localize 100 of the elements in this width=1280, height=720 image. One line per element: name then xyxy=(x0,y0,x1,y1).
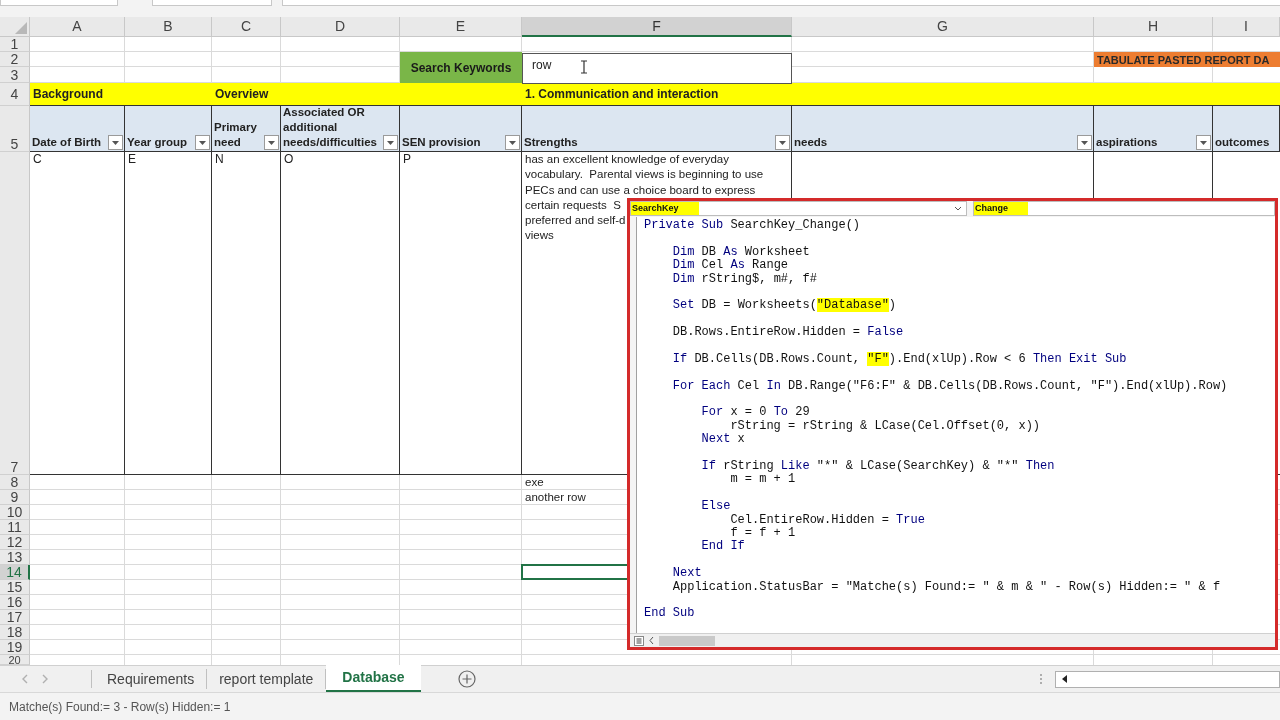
row-header[interactable]: 14 xyxy=(0,565,30,580)
caret-icon xyxy=(387,140,394,145)
row-header[interactable]: 9 xyxy=(0,490,30,505)
column-header[interactable]: I xyxy=(1213,17,1280,37)
row-header[interactable]: 13 xyxy=(0,550,30,565)
code-line: Next xyxy=(671,567,703,581)
code-line: Set DB = Worksheets("Database") xyxy=(671,299,898,313)
code-line: rString = rString & LCase(Cel.Offset(0, x)) xyxy=(730,419,1042,434)
filter-button[interactable] xyxy=(195,135,210,150)
column-title: Year group xyxy=(127,135,189,150)
row-header[interactable]: 17 xyxy=(0,610,30,625)
filter-button[interactable] xyxy=(505,135,520,150)
sheet-tab[interactable]: Database xyxy=(326,665,421,692)
add-sheet-icon[interactable] xyxy=(457,670,476,688)
table-cell-text: E xyxy=(127,152,137,168)
column-title: aspirations xyxy=(1096,135,1159,150)
status-text: Matche(s) Found:= 3 - Row(s) Hidden:= 1 xyxy=(9,698,231,716)
column-header[interactable]: D xyxy=(281,17,400,37)
row-header[interactable]: 18 xyxy=(0,625,30,640)
code-line: Else xyxy=(700,500,731,514)
code-line: m = m + 1 xyxy=(729,473,797,487)
code-line: Application.StatusBar = "Matche(s) Found:= " & m & " - Row(s) Hidden:= " & f xyxy=(671,580,1222,594)
code-line: Dim Cel As Range xyxy=(671,259,790,273)
filter-button[interactable] xyxy=(1196,135,1211,150)
column-header[interactable]: E xyxy=(400,17,522,37)
row-header[interactable]: 8 xyxy=(0,475,30,490)
code-line: Cel.EntireRow.Hidden = True xyxy=(729,513,926,527)
toolbar-field[interactable] xyxy=(152,0,272,6)
column-title: Primary need xyxy=(214,120,258,150)
code-line: If DB.Cells(DB.Rows.Count, "F").End(xlUp).Row < 6 Then Exit Sub xyxy=(671,352,1128,367)
column-title: needs xyxy=(794,135,829,150)
row-header[interactable]: 2 xyxy=(0,52,30,67)
caret-icon xyxy=(1081,140,1088,145)
row-header[interactable]: 3 xyxy=(0,67,30,83)
table-cell-text: N xyxy=(214,152,225,168)
column-title: SEN provision xyxy=(402,135,482,150)
row-header[interactable]: 7 xyxy=(0,152,30,475)
table-cell: exe xyxy=(525,475,544,490)
row-header[interactable]: 4 xyxy=(0,83,30,106)
code-line: Dim rString$, m#, f# xyxy=(671,272,818,286)
code-line: Dim DB As Worksheet xyxy=(671,245,811,259)
column-header[interactable]: C xyxy=(212,17,281,37)
section-heading: Background xyxy=(32,86,104,103)
scrollbar-thumb[interactable] xyxy=(659,635,715,646)
column-header[interactable]: H xyxy=(1094,17,1213,37)
filter-button[interactable] xyxy=(775,135,790,150)
column-title: outcomes xyxy=(1215,135,1271,150)
row-header[interactable]: 11 xyxy=(0,520,30,535)
filter-button[interactable] xyxy=(108,135,123,150)
row-header[interactable]: 15 xyxy=(0,580,30,595)
column-header[interactable]: A xyxy=(30,17,125,37)
code-line: For Each Cel In DB.Range("F6:F" & DB.Cells(DB.Rows.Count, "F").End(xlUp).Row) xyxy=(671,379,1229,394)
column-header[interactable]: F xyxy=(522,17,792,37)
object-dropdown[interactable]: SearchKey xyxy=(630,201,967,216)
column-header[interactable]: G xyxy=(792,17,1094,37)
table-cell-text: P xyxy=(402,152,412,168)
caret-icon xyxy=(779,140,786,145)
table-cell-text: O xyxy=(283,152,295,168)
full-module-view-icon[interactable] xyxy=(634,635,644,646)
code-line: End Sub xyxy=(644,607,696,621)
procedure-dropdown[interactable]: Change xyxy=(973,201,1275,216)
tabulate-button[interactable]: TABULATE PASTED REPORT DA xyxy=(1094,52,1280,67)
filter-button[interactable] xyxy=(1077,135,1092,150)
chevron-down-icon xyxy=(954,206,962,211)
toolbar-field[interactable] xyxy=(0,0,118,6)
row-header[interactable]: 12 xyxy=(0,535,30,550)
filter-button[interactable] xyxy=(383,135,398,150)
toolbar-field[interactable] xyxy=(282,0,1280,6)
code-line: DB.Rows.EntireRow.Hidden = False xyxy=(671,326,905,340)
row-header[interactable]: 19 xyxy=(0,640,30,655)
caret-icon xyxy=(199,140,206,145)
sheet-tab[interactable]: Requirements xyxy=(95,669,208,689)
column-title: Strengths xyxy=(524,135,579,150)
code-line: If rString Like "*" & LCase(SearchKey) & "*" Then xyxy=(700,460,1056,474)
section-heading: Overview xyxy=(214,86,270,103)
code-line: For x = 0 To 29 xyxy=(700,406,811,420)
text-cursor-icon xyxy=(580,60,588,74)
caret-icon xyxy=(112,140,119,145)
horizontal-scrollbar[interactable] xyxy=(1055,670,1280,688)
column-title: Associated OR additional needs/difficulties xyxy=(283,106,378,150)
table-cell: another row xyxy=(525,490,586,505)
column-header[interactable]: B xyxy=(125,17,212,37)
row-header[interactable]: 16 xyxy=(0,595,30,610)
table-cell-text: C xyxy=(32,152,43,168)
scroll-left-icon[interactable] xyxy=(1060,674,1070,684)
search-field[interactable]: row xyxy=(522,52,792,84)
code-line: Private Sub SearchKey_Change() xyxy=(644,219,862,233)
caret-icon xyxy=(1200,140,1207,145)
row-header[interactable]: 5 xyxy=(0,106,30,152)
section-heading: 1. Communication and interaction xyxy=(524,86,720,103)
filter-button[interactable] xyxy=(264,135,279,150)
column-title: Date of Birth xyxy=(32,135,102,150)
row-header[interactable]: 1 xyxy=(0,37,30,52)
search-label: Search Keywords xyxy=(400,52,522,83)
caret-icon xyxy=(509,140,516,145)
code-line: f = f + 1 xyxy=(729,527,797,540)
row-header[interactable]: 10 xyxy=(0,505,30,520)
code-line: Next x xyxy=(700,433,746,447)
caret-icon xyxy=(268,140,275,145)
code-line: End If xyxy=(700,540,746,554)
